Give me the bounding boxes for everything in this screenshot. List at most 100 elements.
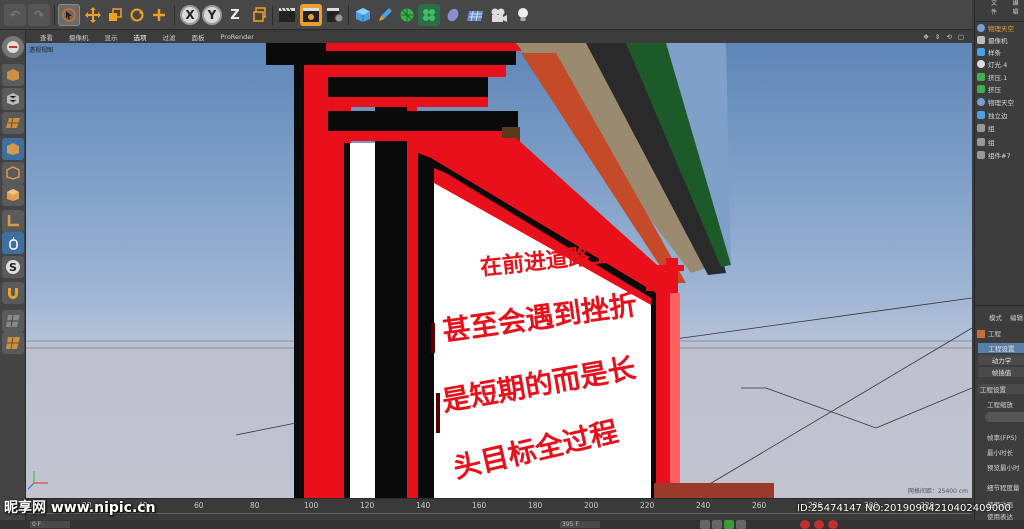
attribute-tabs: 模式 编辑 — [975, 310, 1024, 323]
project-settings-button[interactable]: 工程设置 — [978, 343, 1024, 353]
menu-display[interactable]: 显示 — [105, 32, 118, 42]
timeline-tick: 80 — [250, 501, 260, 510]
auto-key-icon[interactable] — [814, 520, 824, 529]
attribute-manager: 模式 编辑 工程 工程设置 动力学 帧插值 工程设置 工程缩放 帧率(FPS) … — [974, 305, 1024, 521]
planar-workplane-icon[interactable] — [2, 332, 24, 354]
timeline-tick: 140 — [416, 501, 431, 510]
object-row-extrude[interactable]: 挤压 — [977, 83, 1001, 94]
play-icon[interactable] — [724, 520, 734, 529]
menu-cameras[interactable]: 摄像机 — [69, 32, 89, 42]
render-picture-icon[interactable] — [300, 4, 322, 26]
redo-icon[interactable]: ↷ — [28, 4, 50, 26]
menu-panel[interactable]: 面板 — [192, 32, 205, 42]
timeline-tick: 200 — [584, 501, 599, 510]
menu-filter[interactable]: 过滤 — [163, 32, 176, 42]
axis-y-icon[interactable]: Y — [202, 5, 222, 25]
section-header: 工程设置 — [978, 384, 1024, 394]
go-start-icon[interactable] — [700, 520, 710, 529]
subdivision-icon[interactable] — [396, 4, 418, 26]
object-row-physical-sky[interactable]: 物理天空 — [977, 22, 1014, 33]
render-settings-icon[interactable] — [324, 4, 346, 26]
menu-options[interactable]: 选项 — [134, 32, 147, 42]
perspective-viewport[interactable]: 在前进道路上 甚至会遇到挫折 是短期的而是长 头目标全过程 透视视图 网格间距：… — [26, 43, 972, 498]
scale-icon[interactable] — [104, 4, 126, 26]
texture-mode-icon[interactable] — [2, 88, 24, 110]
tweak-mode-icon[interactable] — [2, 232, 24, 254]
key-selection-icon[interactable] — [828, 520, 838, 529]
timeline-tick: 120 — [360, 501, 375, 510]
camera-icon[interactable] — [488, 4, 510, 26]
move-icon[interactable] — [82, 4, 104, 26]
snap-icon[interactable]: S — [2, 256, 24, 278]
object-row-component-7[interactable]: 组件#7 — [977, 149, 1011, 160]
floor-icon[interactable] — [464, 4, 486, 26]
axis-z-icon[interactable]: Z — [224, 4, 246, 26]
pen-icon[interactable] — [374, 4, 396, 26]
lock-workplane-icon[interactable] — [2, 310, 24, 332]
deformer-icon[interactable] — [442, 4, 464, 26]
record-icon[interactable] — [800, 520, 810, 529]
extrude-icon — [977, 72, 985, 81]
object-row-group-2[interactable]: 组 — [977, 136, 995, 147]
object-row-physical-sky-2[interactable]: 物理天空 — [977, 96, 1014, 107]
tab-mode[interactable]: 模式 — [989, 312, 1002, 322]
dynamics-button[interactable]: 动力学 — [978, 355, 1024, 365]
model-mode-icon[interactable] — [2, 64, 24, 86]
sky-icon — [977, 23, 985, 32]
menu-view[interactable]: 查看 — [40, 32, 53, 42]
tab-edit[interactable]: 编辑 — [1010, 312, 1023, 322]
next-key-icon[interactable] — [736, 520, 746, 529]
end-frame-field[interactable]: 395 F — [560, 521, 600, 528]
select-arrow-icon[interactable] — [58, 4, 80, 26]
axis-x-icon[interactable]: X — [180, 5, 200, 25]
timeline-tick: 160 — [472, 501, 487, 510]
coordinate-system-icon[interactable] — [248, 4, 270, 26]
label-fps: 帧率(FPS) — [987, 434, 1017, 442]
project-icon — [977, 330, 985, 338]
timeline-tick: 220 — [640, 501, 655, 510]
render-view-icon[interactable] — [276, 4, 298, 26]
prev-key-icon[interactable] — [712, 520, 722, 529]
cloner-icon[interactable] — [418, 4, 440, 26]
sky-icon — [977, 97, 985, 106]
menu-prorender[interactable]: ProRender — [221, 33, 254, 41]
object-row-light[interactable]: 灯光.4 — [977, 58, 1007, 69]
axis-mode-icon[interactable] — [2, 210, 24, 232]
tab-file[interactable]: 文件 — [991, 0, 1003, 16]
object-row-isolated-edge[interactable]: 独立边 — [977, 109, 1008, 120]
object-row-extrude-1[interactable]: 挤压.1 — [977, 71, 1007, 82]
timeline-tick: 260 — [752, 501, 767, 510]
workplane-icon[interactable] — [2, 112, 24, 134]
site-watermark: 昵享网 www.nipic.cn — [4, 500, 156, 516]
add-icon[interactable] — [148, 4, 170, 26]
label-preview-min: 预览最小时 — [987, 464, 1020, 472]
undo-icon[interactable]: ↶ — [4, 4, 26, 26]
object-row-group[interactable]: 组 — [977, 122, 995, 133]
cube-icon[interactable] — [352, 4, 374, 26]
viewport-label: 透视视图 — [29, 47, 54, 54]
label-level-of-detail: 细节程度量 — [987, 484, 1020, 492]
attribute-title: 工程 — [977, 328, 1001, 338]
object-row-spline[interactable]: 样条 — [977, 46, 1001, 57]
magnet-icon[interactable] — [2, 282, 24, 304]
timeline-tick: 60 — [194, 501, 204, 510]
viewport-nav-icons[interactable]: ✥ ⇕ ⟲ ▢ — [923, 33, 966, 41]
current-frame-field[interactable]: 0 F — [30, 521, 70, 528]
polygons-mode-icon[interactable] — [2, 184, 24, 206]
light-icon[interactable] — [512, 4, 534, 26]
points-mode-icon[interactable] — [2, 138, 24, 160]
object-manager-tabs: 文件 编辑 — [975, 0, 1024, 22]
make-editable-icon[interactable] — [2, 36, 24, 58]
camera-icon — [977, 35, 985, 44]
top-toolbar: ↶ ↷ X Y Z — [0, 0, 972, 30]
tab-edit[interactable]: 编辑 — [1013, 0, 1024, 16]
object-row-camera[interactable]: 摄像机 — [977, 34, 1008, 45]
null-icon — [977, 137, 985, 146]
label-min-time: 最小时长 — [987, 449, 1013, 457]
frame-interpolation-button[interactable]: 帧插值 — [978, 367, 1024, 377]
project-scale-field[interactable] — [985, 412, 1024, 422]
left-toolbar: S — [0, 30, 26, 520]
viewport-menu: 查看 摄像机 显示 选项 过滤 面板 ProRender ✥ ⇕ ⟲ ▢ — [26, 30, 972, 43]
edges-mode-icon[interactable] — [2, 162, 24, 184]
rotate-icon[interactable] — [126, 4, 148, 26]
